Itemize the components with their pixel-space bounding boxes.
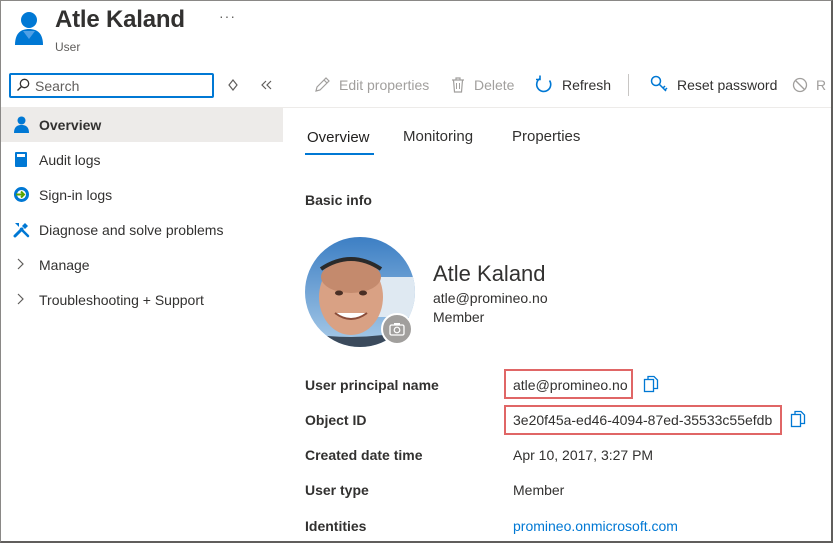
sidebar-item-label: Sign-in logs xyxy=(39,187,113,203)
upn-label: User principal name xyxy=(305,377,439,393)
more-options-button[interactable]: ··· xyxy=(219,8,236,24)
command-bar: Edit properties Delete Refresh Reset pas… xyxy=(305,71,831,99)
profile-email: atle@promineo.no xyxy=(433,290,548,306)
search-input[interactable] xyxy=(35,75,210,96)
user-icon xyxy=(15,12,43,45)
chevron-right-icon xyxy=(17,293,24,305)
diamond-icon xyxy=(228,79,238,91)
created-date-value: Apr 10, 2017, 3:27 PM xyxy=(513,447,654,463)
chevron-right-icon xyxy=(17,258,24,270)
reset-password-label: Reset password xyxy=(677,77,778,93)
block-icon xyxy=(792,77,808,93)
search-icon xyxy=(17,78,30,91)
section-title: Basic info xyxy=(305,192,372,208)
key-person-icon xyxy=(650,75,668,92)
window-frame: Atle Kaland ··· User Overview xyxy=(0,0,833,543)
sidebar-item-troubleshooting[interactable]: Troubleshooting + Support xyxy=(1,282,283,317)
toolbar-divider xyxy=(628,74,629,96)
change-photo-button[interactable] xyxy=(381,313,413,345)
trash-icon xyxy=(452,77,464,93)
delete-label: Delete xyxy=(474,77,515,93)
revoke-button[interactable]: R xyxy=(792,71,826,99)
sidebar-item-diagnose[interactable]: Diagnose and solve problems xyxy=(1,212,283,247)
object-id-value: 3e20f45a-ed46-4094-87ed-35533c55efdb xyxy=(513,412,773,428)
user-type-value: Member xyxy=(513,482,565,498)
book-icon xyxy=(15,152,27,167)
revoke-label: R xyxy=(816,77,827,93)
profile-name: Atle Kaland xyxy=(433,261,546,286)
page-subtitle: User xyxy=(55,40,81,54)
double-chevron-left-icon xyxy=(261,80,272,90)
sidebar-item-label: Diagnose and solve problems xyxy=(39,222,224,238)
edit-properties-label: Edit properties xyxy=(339,77,430,93)
refresh-label: Refresh xyxy=(562,77,612,93)
page-title: Atle Kaland xyxy=(55,6,185,33)
sidebar-item-label: Manage xyxy=(39,257,90,273)
tab-overview[interactable]: Overview xyxy=(307,129,370,146)
tab-properties[interactable]: Properties xyxy=(512,128,580,145)
pencil-icon xyxy=(315,77,330,92)
edit-properties-button[interactable]: Edit properties xyxy=(313,71,429,99)
sidebar-nav: Overview Audit logs Sign-in logs Diagnos… xyxy=(1,107,283,317)
object-id-label: Object ID xyxy=(305,412,367,428)
refresh-button[interactable]: Refresh xyxy=(534,71,611,99)
copy-icon[interactable] xyxy=(790,410,806,428)
sidebar-item-overview[interactable]: Overview xyxy=(1,107,283,142)
sort-toggle-button[interactable] xyxy=(224,76,242,94)
copy-icon[interactable] xyxy=(643,375,659,393)
tab-monitoring[interactable]: Monitoring xyxy=(403,128,473,145)
created-date-label: Created date time xyxy=(305,447,423,463)
sidebar-item-label: Audit logs xyxy=(39,152,101,168)
toolbar-separator-line xyxy=(283,107,831,108)
refresh-icon xyxy=(535,75,552,93)
identities-label: Identities xyxy=(305,518,367,534)
sidebar-item-label: Troubleshooting + Support xyxy=(39,292,204,308)
sidebar-item-manage[interactable]: Manage xyxy=(1,247,283,282)
identities-link[interactable]: promineo.onmicrosoft.com xyxy=(513,518,678,534)
sidebar-item-label: Overview xyxy=(39,117,102,133)
active-tab-indicator xyxy=(305,153,374,155)
search-box[interactable] xyxy=(9,73,214,98)
profile-role: Member xyxy=(433,309,485,325)
camera-icon xyxy=(389,323,405,336)
wrench-icon xyxy=(13,223,30,238)
upn-value: atle@promineo.no xyxy=(513,377,628,393)
user-icon xyxy=(14,116,29,133)
delete-button[interactable]: Delete xyxy=(450,71,514,99)
collapse-nav-button[interactable] xyxy=(257,76,275,94)
reset-password-button[interactable]: Reset password xyxy=(649,71,777,99)
sidebar-item-sign-in-logs[interactable]: Sign-in logs xyxy=(1,177,283,212)
sidebar-item-audit-logs[interactable]: Audit logs xyxy=(1,142,283,177)
user-type-label: User type xyxy=(305,482,369,498)
sign-in-icon xyxy=(14,187,29,202)
